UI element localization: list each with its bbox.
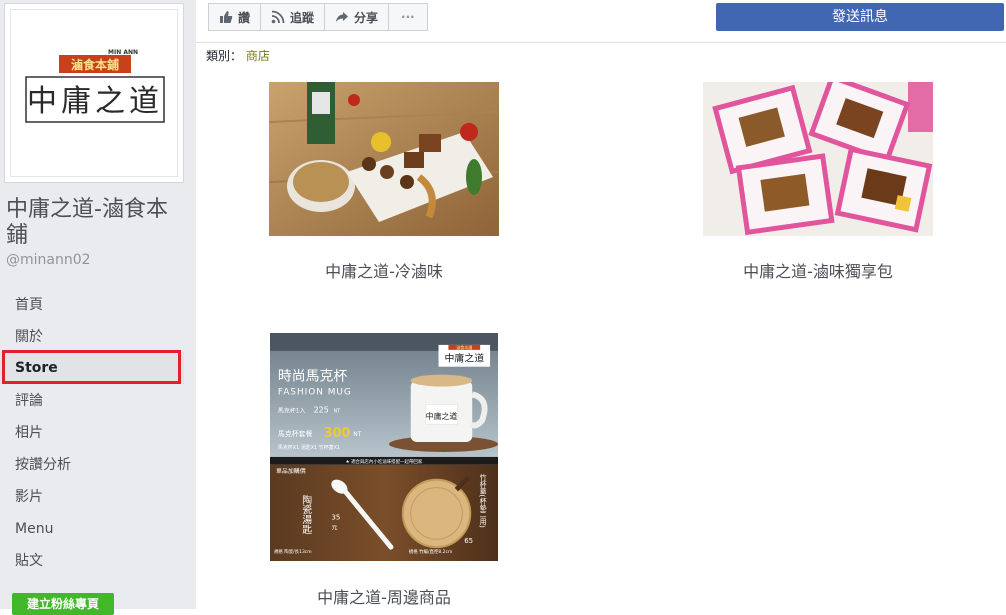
mug-ad-lid-spec: 規格 竹編/直徑8.2cm [409,548,453,555]
nav-videos[interactable]: 影片 [0,481,184,513]
more-button[interactable]: ··· [389,3,428,31]
nav-about[interactable]: 關於 [0,321,184,353]
mug-ad-lid-price: 65 [464,537,473,545]
nav-insights[interactable]: 按讚分析 [0,449,184,481]
category-label: 類別： [206,49,243,63]
mug-ad-single-currency: NT [333,408,341,414]
mug-ad-brand-banner: 滷食本鋪 [456,345,472,350]
mug-ad-spoon-spec: 規格 陶瓷/長13cm [274,548,312,555]
share-arrow-icon [336,12,349,22]
brand-logo: MIN ANN 滷食本鋪 中庸之道 [25,49,165,123]
action-bar: 讚 追蹤 分享 ··· [208,3,428,31]
product-title[interactable]: 中庸之道-周邊商品 [264,584,504,608]
like-button[interactable]: 讚 [208,3,262,31]
like-label: 讚 [238,10,251,25]
nav-posts[interactable]: 貼文 [0,545,184,577]
logo-top-text: MIN ANN [108,49,138,56]
nav-photos[interactable]: 相片 [0,417,184,449]
product-image-merchandise[interactable]: 滷食本鋪 中庸之道 時尚馬克杯 FASHION MUG 馬克杯1入 225 NT… [270,332,498,562]
mug-ad-headline-en: FASHION MUG [278,387,352,397]
mug-ad-brand-name: 中庸之道 [444,352,484,365]
category-link[interactable]: 商店 [246,49,270,63]
logo-banner-text: 滷食本鋪 [71,57,119,72]
logo-main-text: 中庸之道 [27,84,163,119]
send-message-button[interactable]: 發送訊息 [716,3,1004,31]
header-divider [196,42,1006,43]
product-image-cold-braised[interactable] [269,82,499,236]
nav-home[interactable]: 首頁 [0,289,184,321]
mug-ad-lid-name: 竹杯蓋(杯墊二用) [478,473,486,528]
product-title[interactable]: 中庸之道-滷味獨享包 [698,258,938,282]
mug-ad-set-items: 馬克杯X1 湯匙X1 竹杯蓋X1 [278,444,340,451]
sidebar: MIN ANN 滷食本鋪 中庸之道 中庸之道-滷食本鋪 @minann02 首頁… [0,0,196,615]
mug-ad-single-price: 225 [314,405,329,414]
mug-ad-spoon-price: 35 [331,513,340,521]
store-highlight-box [2,350,181,384]
share-label: 分享 [354,10,379,25]
nav-reviews[interactable]: 評論 [0,385,184,417]
page-title[interactable]: 中庸之道-滷食本鋪 [6,197,186,249]
logo-frame: MIN ANN 滷食本鋪 中庸之道 [10,9,178,177]
share-button[interactable]: 分享 [325,3,390,31]
mug-ad-set-label: 馬克杯套餐 [278,429,313,438]
mug-ad-spoon-unit: 元 [331,524,337,531]
create-page-button[interactable]: 建立粉絲專頁 [12,593,114,615]
mug-ad-addon-title: 單品加購價 [276,467,306,475]
mug-ad-spoon-name: 陶瓷湯匙 [300,493,312,534]
mug-ad-notice: ★ 適合與店內小吃滷味搭配一起帶回家 [346,458,423,465]
mug-ad-set-price: 300 [324,426,351,441]
mug-ad-set-currency: NT [353,431,361,438]
category-line: 類別： 商店 [206,47,270,64]
rss-follow-icon [271,10,285,24]
page-handle[interactable]: @minann02 [6,252,91,268]
mug-ad-single-label: 馬克杯1入 [278,406,306,414]
follow-label: 追蹤 [290,10,315,25]
profile-picture[interactable]: MIN ANN 滷食本鋪 中庸之道 [4,3,184,183]
product-image-single-packs[interactable] [703,82,933,236]
mug-logo-text: 中庸之道 [426,411,458,421]
thumbs-up-icon [220,11,233,23]
product-title[interactable]: 中庸之道-冷滷味 [264,258,504,282]
mug-ad-headline: 時尚馬克杯 [278,369,347,385]
follow-button[interactable]: 追蹤 [261,3,326,31]
nav-menu[interactable]: Menu [0,513,184,545]
